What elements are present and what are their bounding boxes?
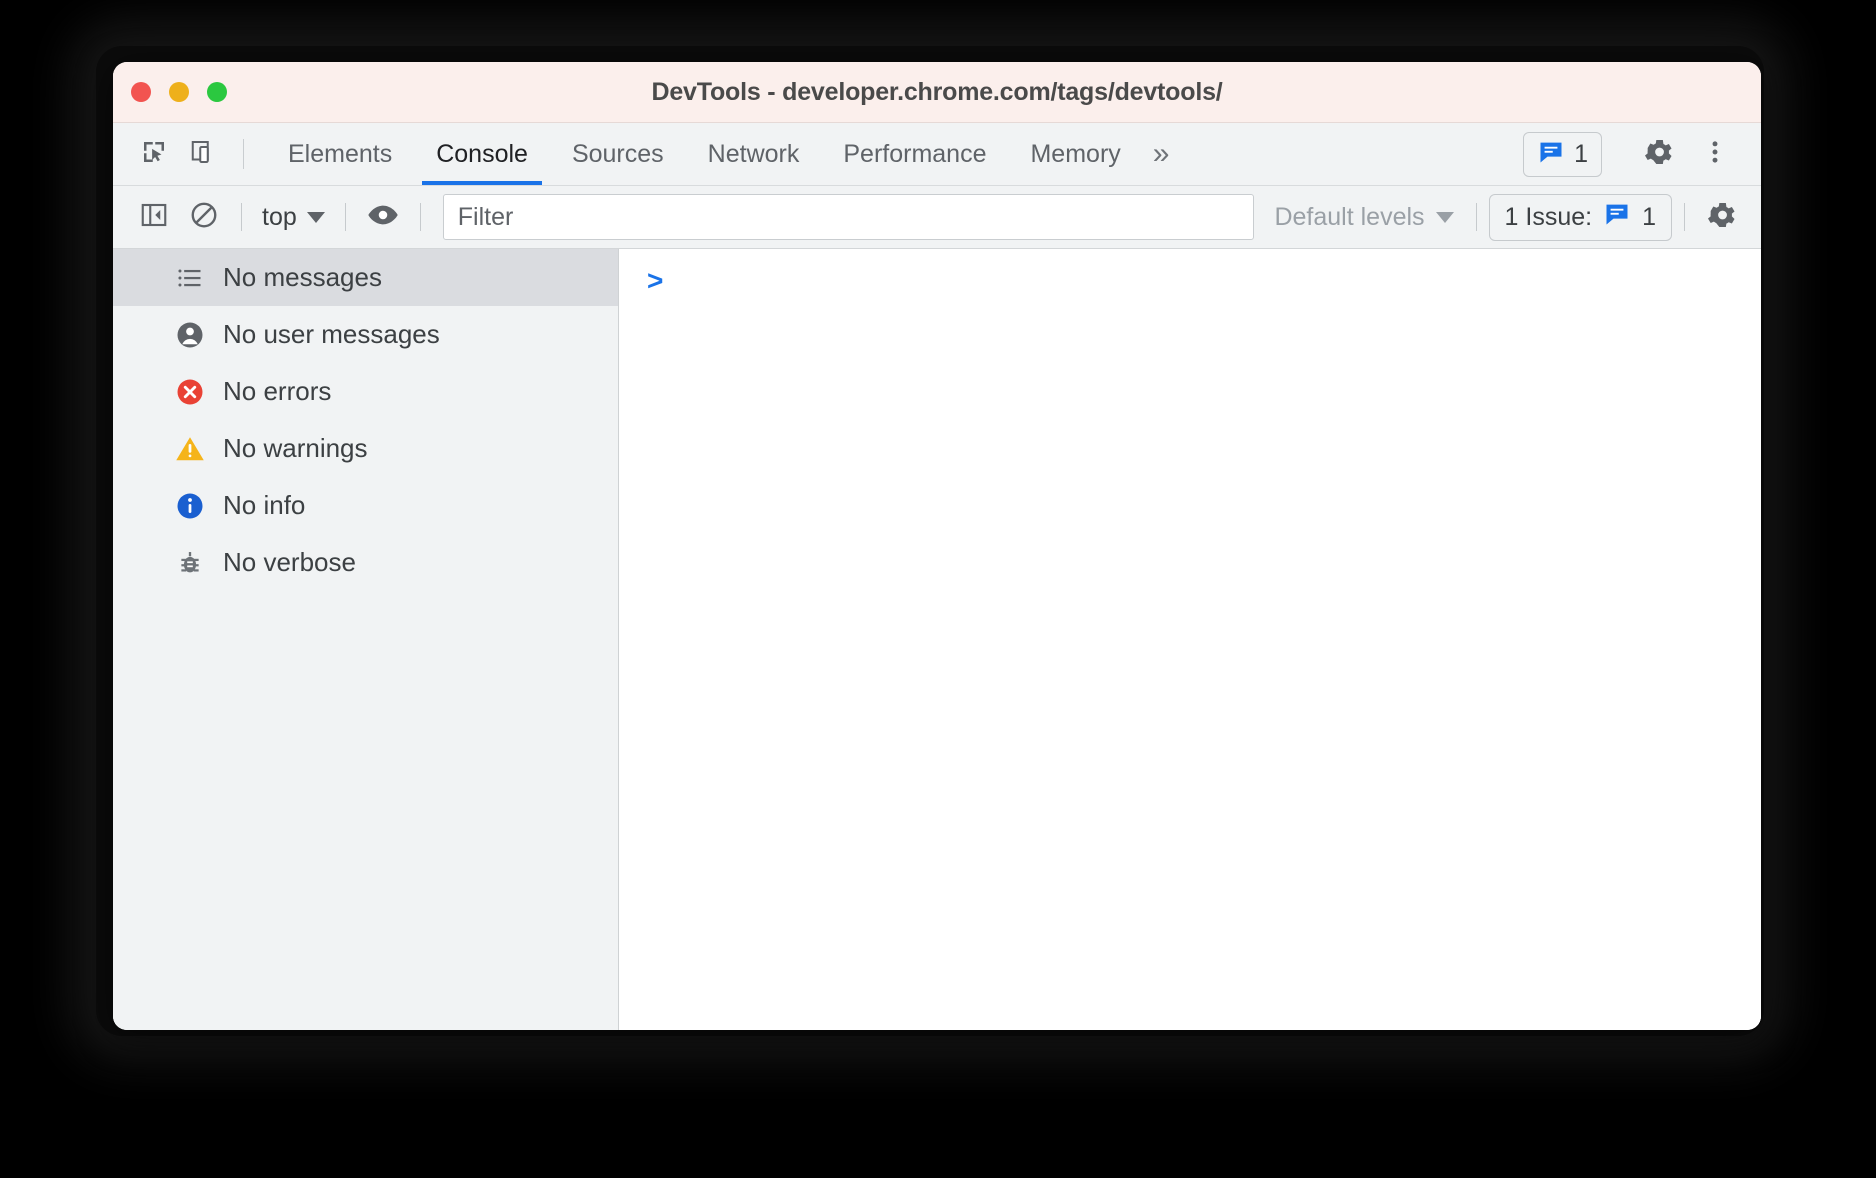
issues-badge-button[interactable]: 1: [1523, 132, 1602, 177]
tab-sources[interactable]: Sources: [550, 123, 686, 185]
chevron-down-icon: [1436, 212, 1454, 223]
eye-icon: [367, 199, 399, 236]
live-expression-button[interactable]: [358, 195, 408, 239]
sidebar-item-messages[interactable]: No messages: [113, 249, 618, 306]
window-title: DevTools - developer.chrome.com/tags/dev…: [113, 78, 1761, 107]
sidebar-item-warnings[interactable]: No warnings: [113, 420, 618, 477]
gear-icon: [1643, 136, 1675, 173]
bug-icon: [175, 548, 205, 578]
sidebar-item-verbose[interactable]: No verbose: [113, 534, 618, 591]
screenshot-root: DevTools - developer.chrome.com/tags/dev…: [0, 0, 1876, 1178]
console-toolbar-divider-1: [241, 203, 242, 231]
error-icon: [175, 377, 205, 407]
window-titlebar: DevTools - developer.chrome.com/tags/dev…: [113, 62, 1761, 123]
sidebar-item-label: No errors: [223, 376, 331, 407]
chevron-double-right-icon: »: [1153, 137, 1170, 171]
tab-elements[interactable]: Elements: [266, 123, 414, 185]
devtools-settings-button[interactable]: [1631, 132, 1687, 176]
kebab-menu-icon: [1701, 138, 1729, 171]
issues-message-icon: [1537, 138, 1565, 171]
issues-counter-label: 1 Issue:: [1505, 203, 1593, 232]
console-toolbar-divider-5: [1684, 203, 1685, 231]
tabbar-divider: [243, 139, 244, 169]
list-icon: [175, 263, 205, 293]
minimize-window-button[interactable]: [169, 82, 189, 102]
console-toolbar-divider-4: [1476, 203, 1477, 231]
zoom-window-button[interactable]: [207, 82, 227, 102]
tab-performance[interactable]: Performance: [821, 123, 1008, 185]
log-level-value: Default levels: [1274, 203, 1424, 232]
tab-memory[interactable]: Memory: [1008, 123, 1142, 185]
sidebar-item-label: No info: [223, 490, 305, 521]
log-level-selector[interactable]: Default levels: [1264, 203, 1463, 232]
console-prompt-row: >: [647, 267, 1761, 301]
console-output-pane[interactable]: >: [619, 249, 1761, 1030]
tab-console[interactable]: Console: [414, 123, 550, 185]
context-selector-value: top: [262, 203, 297, 232]
console-body: No messages No user messages: [113, 249, 1761, 1030]
sidebar-item-label: No verbose: [223, 547, 356, 578]
person-icon: [175, 320, 205, 350]
filter-input[interactable]: [443, 194, 1255, 240]
clear-console-button[interactable]: [179, 195, 229, 239]
device-toolbar-button[interactable]: [179, 123, 229, 185]
console-prompt-input[interactable]: [673, 267, 1761, 296]
clear-console-icon: [189, 200, 219, 235]
issues-counter-count: 1: [1642, 203, 1656, 232]
sidebar-item-user-messages[interactable]: No user messages: [113, 306, 618, 363]
devtools-more-options-button[interactable]: [1687, 132, 1743, 176]
sidebar-item-label: No warnings: [223, 433, 368, 464]
tab-network[interactable]: Network: [686, 123, 822, 185]
console-settings-button[interactable]: [1697, 195, 1747, 239]
inspect-element-button[interactable]: [129, 123, 179, 185]
issues-badge-count: 1: [1574, 140, 1588, 169]
device-toolbar-icon: [189, 137, 219, 172]
devtools-window: DevTools - developer.chrome.com/tags/dev…: [113, 62, 1761, 1030]
close-window-button[interactable]: [131, 82, 151, 102]
console-toolbar-divider-2: [345, 203, 346, 231]
more-tabs-button[interactable]: »: [1143, 123, 1186, 185]
sidebar-item-label: No messages: [223, 262, 382, 293]
console-toolbar-divider-3: [420, 203, 421, 231]
gear-icon: [1706, 199, 1738, 236]
javascript-context-selector[interactable]: top: [254, 203, 333, 232]
sidebar-item-errors[interactable]: No errors: [113, 363, 618, 420]
tabbar-actions: 1: [1523, 123, 1761, 185]
panel-tabs: Elements Console Sources Network Perform…: [266, 123, 1143, 185]
issues-message-icon: [1603, 200, 1631, 235]
console-sidebar: No messages No user messages: [113, 249, 619, 1030]
console-prompt-icon: >: [647, 267, 663, 295]
traffic-light-controls: [131, 82, 227, 102]
chevron-down-icon: [307, 212, 325, 223]
sidebar-item-label: No user messages: [223, 319, 440, 350]
console-sidebar-toggle-button[interactable]: [129, 195, 179, 239]
console-toolbar: top Default levels 1 Is: [113, 186, 1761, 249]
issues-counter-button[interactable]: 1 Issue: 1: [1489, 194, 1672, 241]
devtools-tabbar: Elements Console Sources Network Perform…: [113, 123, 1761, 186]
info-icon: [175, 491, 205, 521]
sidebar-item-info[interactable]: No info: [113, 477, 618, 534]
warning-icon: [175, 434, 205, 464]
inspect-element-icon: [139, 137, 169, 172]
console-sidebar-toggle-icon: [139, 200, 169, 235]
